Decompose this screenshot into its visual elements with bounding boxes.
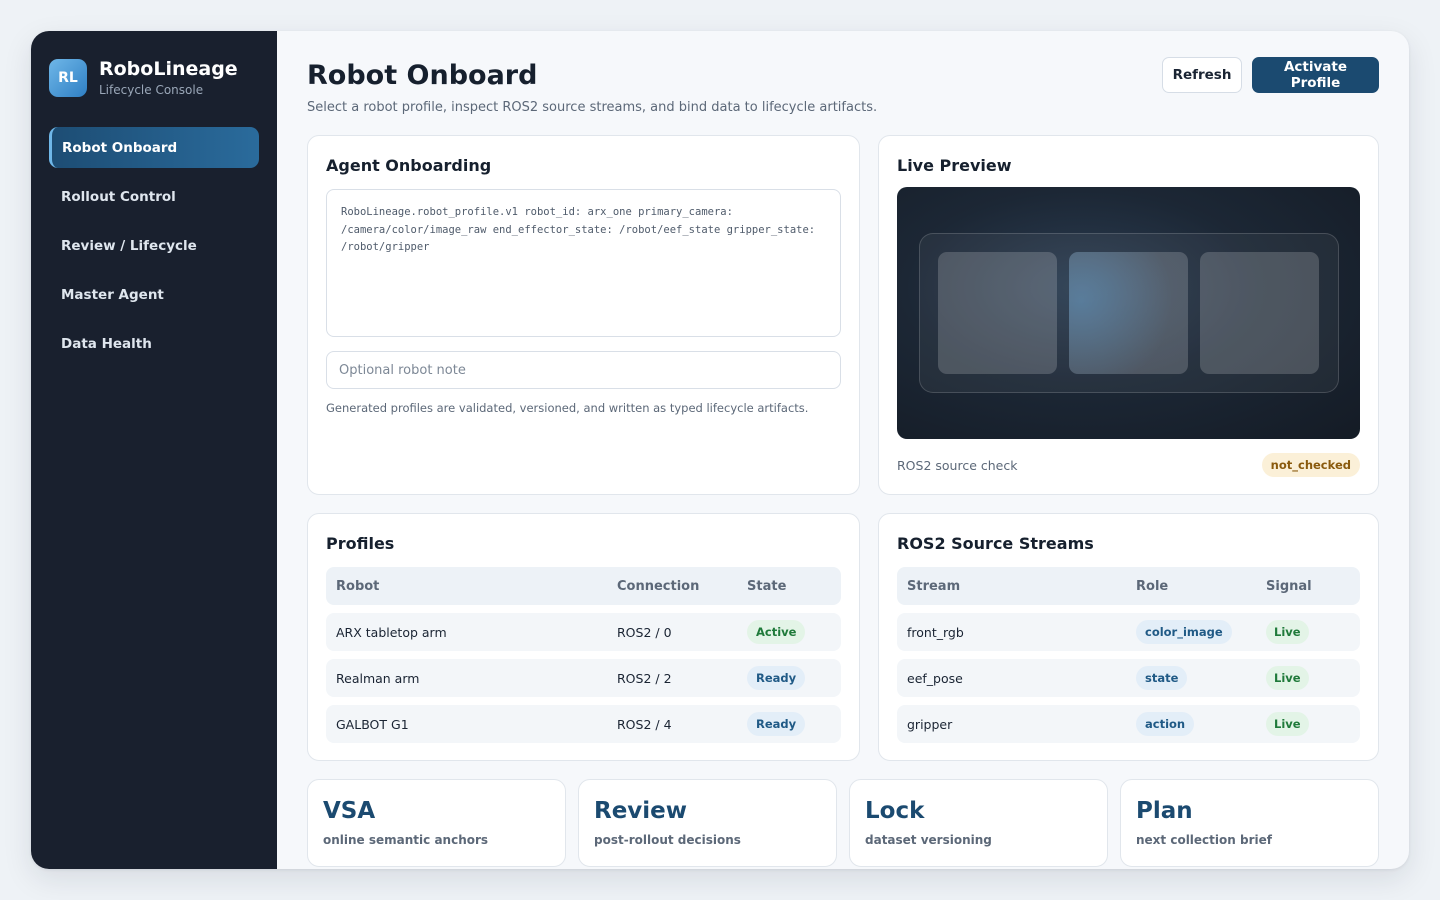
signal-badge: Live: [1266, 666, 1309, 690]
table-row[interactable]: ARX tabletop arm ROS2 / 0 Active: [326, 613, 841, 651]
app-window: RL RoboLineage Lifecycle Console Robot O…: [31, 31, 1409, 869]
ros2-streams-card: ROS2 Source Streams Stream Role Signal f…: [878, 513, 1379, 761]
role-badge: color_image: [1136, 620, 1232, 644]
streams-table-header: Stream Role Signal: [897, 567, 1360, 605]
preview-tile: [1200, 252, 1319, 374]
stat-subtitle: dataset versioning: [865, 833, 992, 847]
column-header-state: State: [747, 578, 787, 594]
profile-connection: ROS2 / 2: [617, 670, 672, 686]
role-badge: action: [1136, 712, 1195, 736]
page-subtitle: Select a robot profile, inspect ROS2 sou…: [307, 100, 878, 115]
stat-title: Review: [594, 798, 688, 824]
preview-footer: ROS2 source check not_checked: [897, 453, 1360, 477]
stat-subtitle: next collection brief: [1136, 833, 1272, 847]
preview-tile: [938, 252, 1057, 374]
refresh-button[interactable]: Refresh: [1162, 57, 1242, 93]
main-content: Robot Onboard Select a robot profile, in…: [277, 31, 1409, 869]
stat-title: Lock: [865, 798, 925, 824]
column-header-signal: Signal: [1266, 578, 1312, 594]
profiles-title: Profiles: [326, 534, 395, 553]
column-header-connection: Connection: [617, 578, 700, 594]
robot-note-input[interactable]: [326, 351, 841, 389]
profile-robot: GALBOT G1: [336, 716, 409, 732]
profiles-table: Robot Connection State ARX tabletop arm …: [326, 567, 841, 743]
preview-tile: [1069, 252, 1188, 374]
robot-profile-textarea[interactable]: RoboLineage.robot_profile.v1 robot_id: a…: [326, 189, 841, 337]
table-row[interactable]: GALBOT G1 ROS2 / 4 Ready: [326, 705, 841, 743]
logo: RL: [49, 58, 87, 97]
profile-connection: ROS2 / 4: [617, 716, 672, 732]
stat-card-vsa[interactable]: VSA online semantic anchors: [307, 779, 566, 867]
sidebar: RL RoboLineage Lifecycle Console Robot O…: [31, 31, 277, 869]
status-badge: not_checked: [1261, 453, 1360, 477]
column-header-stream: Stream: [907, 578, 961, 594]
sidebar-item-robot-onboard[interactable]: Robot Onboard: [49, 127, 259, 168]
onboarding-helper-text: Generated profiles are validated, versio…: [326, 401, 809, 415]
stat-subtitle: post-rollout decisions: [594, 833, 741, 847]
table-row[interactable]: gripper action Live: [897, 705, 1360, 743]
stat-card-lock[interactable]: Lock dataset versioning: [849, 779, 1108, 867]
stream-name: eef_pose: [907, 670, 963, 686]
live-preview-card: Live Preview ROS2 source check not_check…: [878, 135, 1379, 495]
profile-robot: ARX tabletop arm: [336, 624, 447, 640]
column-header-role: Role: [1136, 578, 1169, 594]
sidebar-item-review-lifecycle[interactable]: Review / Lifecycle: [49, 225, 259, 266]
sidebar-item-rollout-control[interactable]: Rollout Control: [49, 176, 259, 217]
role-badge: state: [1136, 666, 1188, 690]
profile-connection: ROS2 / 0: [617, 624, 672, 640]
stream-name: gripper: [907, 716, 953, 732]
stat-card-review[interactable]: Review post-rollout decisions: [578, 779, 837, 867]
sidebar-nav: Robot Onboard Rollout Control Review / L…: [49, 127, 259, 364]
brand-subtitle: Lifecycle Console: [99, 83, 204, 97]
status-badge: Active: [747, 620, 806, 644]
live-preview-canvas: [897, 187, 1360, 439]
stat-card-plan[interactable]: Plan next collection brief: [1120, 779, 1379, 867]
table-row[interactable]: front_rgb color_image Live: [897, 613, 1360, 651]
signal-badge: Live: [1266, 620, 1309, 644]
status-badge: Ready: [747, 666, 806, 690]
signal-badge: Live: [1266, 712, 1309, 736]
stat-subtitle: online semantic anchors: [323, 833, 489, 847]
sidebar-item-data-health[interactable]: Data Health: [49, 323, 259, 364]
activate-profile-button[interactable]: Activate Profile: [1252, 57, 1379, 93]
header-actions: Refresh Activate Profile: [1162, 57, 1379, 93]
table-row[interactable]: Realman arm ROS2 / 2 Ready: [326, 659, 841, 697]
profiles-table-header: Robot Connection State: [326, 567, 841, 605]
profile-robot: Realman arm: [336, 670, 420, 686]
column-header-robot: Robot: [336, 578, 380, 594]
stat-title: Plan: [1136, 798, 1193, 824]
status-badge: Ready: [747, 712, 806, 736]
streams-table: Stream Role Signal front_rgb color_image…: [897, 567, 1360, 743]
ros2-source-check-label: ROS2 source check: [897, 457, 1018, 473]
preview-frame: [919, 233, 1339, 393]
live-preview-title: Live Preview: [897, 156, 1012, 175]
table-row[interactable]: eef_pose state Live: [897, 659, 1360, 697]
sidebar-item-master-agent[interactable]: Master Agent: [49, 274, 259, 315]
stat-title: VSA: [323, 798, 376, 824]
agent-onboarding-title: Agent Onboarding: [326, 156, 492, 175]
brand-title: RoboLineage: [99, 58, 238, 80]
ros2-streams-title: ROS2 Source Streams: [897, 534, 1094, 553]
profiles-card: Profiles Robot Connection State ARX tabl…: [307, 513, 860, 761]
page-title: Robot Onboard: [307, 60, 538, 91]
stream-name: front_rgb: [907, 624, 964, 640]
agent-onboarding-card: Agent Onboarding RoboLineage.robot_profi…: [307, 135, 860, 495]
brand: RL RoboLineage Lifecycle Console: [49, 58, 259, 97]
